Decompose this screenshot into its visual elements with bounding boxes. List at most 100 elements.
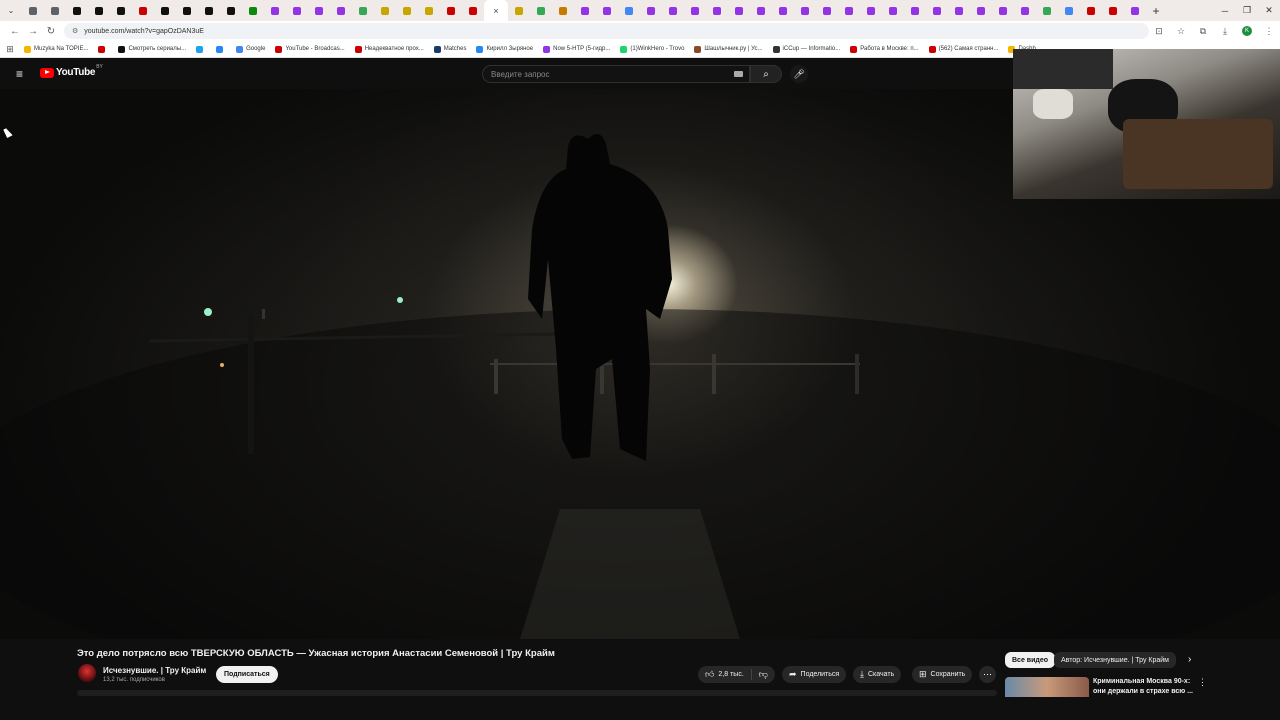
browser-tab-right-23[interactable] <box>1014 0 1036 21</box>
browser-tab-1[interactable] <box>44 0 66 21</box>
browser-tab-right-16[interactable] <box>860 0 882 21</box>
keyboard-icon[interactable] <box>734 71 743 77</box>
browser-tab-6[interactable] <box>154 0 176 21</box>
bookmark-item[interactable]: Шашлычник.ру | Ус... <box>694 45 763 53</box>
subscribe-button[interactable]: Подписаться <box>216 666 278 683</box>
browser-tab-right-0[interactable] <box>508 0 530 21</box>
browser-tab-20[interactable] <box>462 0 484 21</box>
apps-grid-icon[interactable]: ⊞ <box>0 44 20 55</box>
share-button[interactable]: ➦ Поделиться <box>782 666 847 683</box>
browser-tab-10[interactable] <box>242 0 264 21</box>
browser-tab-right-3[interactable] <box>574 0 596 21</box>
search-input[interactable]: Введите запрос <box>482 65 750 83</box>
bookmark-star-icon[interactable]: ☆ <box>1170 26 1192 37</box>
browser-tab-16[interactable] <box>374 0 396 21</box>
bookmark-item[interactable]: (1)WinkHero - Trovo <box>620 45 684 53</box>
bookmark-item[interactable]: Muzyka Na TOPIE... <box>24 45 88 53</box>
browser-tab-right-22[interactable] <box>992 0 1014 21</box>
chip-by-author[interactable]: Автор: Исчезнувшие. | Тру Крайм <box>1054 652 1176 668</box>
recommended-thumbnail[interactable] <box>1005 677 1089 697</box>
bookmark-item[interactable]: Now 5-HTP (5-гидр... <box>543 45 610 53</box>
bookmark-item[interactable]: Google <box>236 45 265 53</box>
browser-tab-right-19[interactable] <box>926 0 948 21</box>
browser-tab-3[interactable] <box>88 0 110 21</box>
description-box[interactable] <box>77 690 997 696</box>
browser-tab-right-15[interactable] <box>838 0 860 21</box>
minimize-icon[interactable]: ─ <box>1214 0 1236 21</box>
browser-tab-right-4[interactable] <box>596 0 618 21</box>
browser-tab-8[interactable] <box>198 0 220 21</box>
close-window-icon[interactable]: ✕ <box>1258 0 1280 21</box>
download-button[interactable]: ⤓ Скачать <box>853 666 902 683</box>
recommended-title[interactable]: Криминальная Москва 90-х: они держали в … <box>1093 677 1193 697</box>
browser-tab-15[interactable] <box>352 0 374 21</box>
url-text[interactable]: youtube.com/watch?v=gapOzDAN3uE <box>84 28 204 35</box>
browser-tab-right-24[interactable] <box>1036 0 1058 21</box>
bookmark-item[interactable]: Смотреть сериалы... <box>118 45 186 53</box>
forward-icon[interactable]: → <box>24 21 42 41</box>
channel-name[interactable]: Исчезнувшие. | Тру Крайм <box>103 666 206 675</box>
voice-search-button[interactable]: 🎤︎ <box>790 65 808 83</box>
bookmark-item[interactable] <box>98 45 108 53</box>
recommended-menu-icon[interactable]: ⋮ <box>1198 677 1207 688</box>
browser-tab-14[interactable] <box>330 0 352 21</box>
bookmark-item[interactable]: Работа в Москве: п... <box>850 45 919 53</box>
browser-tab-right-2[interactable] <box>552 0 574 21</box>
browser-tab-7[interactable] <box>176 0 198 21</box>
close-tab-icon[interactable]: × <box>493 6 498 16</box>
chip-all-videos[interactable]: Все видео <box>1005 652 1056 668</box>
browser-tab-4[interactable] <box>110 0 132 21</box>
browser-tab-right-21[interactable] <box>970 0 992 21</box>
browser-tab-right-20[interactable] <box>948 0 970 21</box>
browser-tab-right-18[interactable] <box>904 0 926 21</box>
guide-menu-icon[interactable]: ≡ <box>16 68 28 80</box>
youtube-logo[interactable]: YouTube BY <box>40 64 103 78</box>
browser-tab-right-8[interactable] <box>684 0 706 21</box>
browser-tab-right-7[interactable] <box>662 0 684 21</box>
browser-tab-right-17[interactable] <box>882 0 904 21</box>
bookmark-item[interactable]: iCCup — Informatio... <box>772 45 840 53</box>
browser-tab-19[interactable] <box>440 0 462 21</box>
browser-tab-2[interactable] <box>66 0 88 21</box>
browser-tab-11[interactable] <box>264 0 286 21</box>
browser-tab-right-12[interactable] <box>772 0 794 21</box>
browser-tab-right-25[interactable] <box>1058 0 1080 21</box>
address-bar[interactable]: ⚙ youtube.com/watch?v=gapOzDAN3uE <box>64 23 1149 39</box>
install-app-icon[interactable]: ⊡ <box>1148 26 1170 37</box>
reload-icon[interactable]: ↻ <box>42 21 60 41</box>
bookmark-item[interactable] <box>216 45 226 53</box>
channel-avatar[interactable] <box>78 664 96 682</box>
browser-tab-right-14[interactable] <box>816 0 838 21</box>
profile-avatar[interactable]: K <box>1242 26 1252 36</box>
browser-tab-5[interactable] <box>132 0 154 21</box>
site-info-icon[interactable]: ⚙ <box>72 27 78 35</box>
downloads-icon[interactable]: ⤓ <box>1214 26 1236 37</box>
bookmark-item[interactable]: Matches <box>433 45 466 53</box>
browser-tab-17[interactable] <box>396 0 418 21</box>
more-actions-icon[interactable]: ⋯ <box>979 666 996 683</box>
browser-tab-right-5[interactable] <box>618 0 640 21</box>
browser-tab-right-11[interactable] <box>750 0 772 21</box>
browser-tab-12[interactable] <box>286 0 308 21</box>
like-button[interactable]: 👍︎ 2,8 тыс. <box>698 669 752 680</box>
save-button[interactable]: ⊞ Сохранить <box>912 666 973 683</box>
bookmark-item[interactable]: Неадекватное прох... <box>354 45 424 53</box>
browser-menu-icon[interactable]: ⋮ <box>1258 26 1280 37</box>
active-tab[interactable]: × <box>484 0 508 21</box>
browser-tab-right-26[interactable] <box>1080 0 1102 21</box>
browser-tab-9[interactable] <box>220 0 242 21</box>
browser-tab-0[interactable] <box>22 0 44 21</box>
chevron-right-icon[interactable]: › <box>1188 654 1191 665</box>
browser-tab-right-27[interactable] <box>1102 0 1124 21</box>
dislike-button[interactable]: 👎︎ <box>752 669 775 680</box>
browser-tab-right-9[interactable] <box>706 0 728 21</box>
tab-search-icon[interactable]: ⌄ <box>0 0 22 21</box>
browser-tab-right-6[interactable] <box>640 0 662 21</box>
back-icon[interactable]: ← <box>6 21 24 41</box>
browser-tab-right-28[interactable] <box>1124 0 1146 21</box>
extensions-icon[interactable]: ⧉ <box>1192 26 1214 37</box>
browser-tab-right-1[interactable] <box>530 0 552 21</box>
bookmark-item[interactable]: YouTube - Broadcas... <box>275 45 345 53</box>
browser-tab-right-13[interactable] <box>794 0 816 21</box>
browser-tab-13[interactable] <box>308 0 330 21</box>
